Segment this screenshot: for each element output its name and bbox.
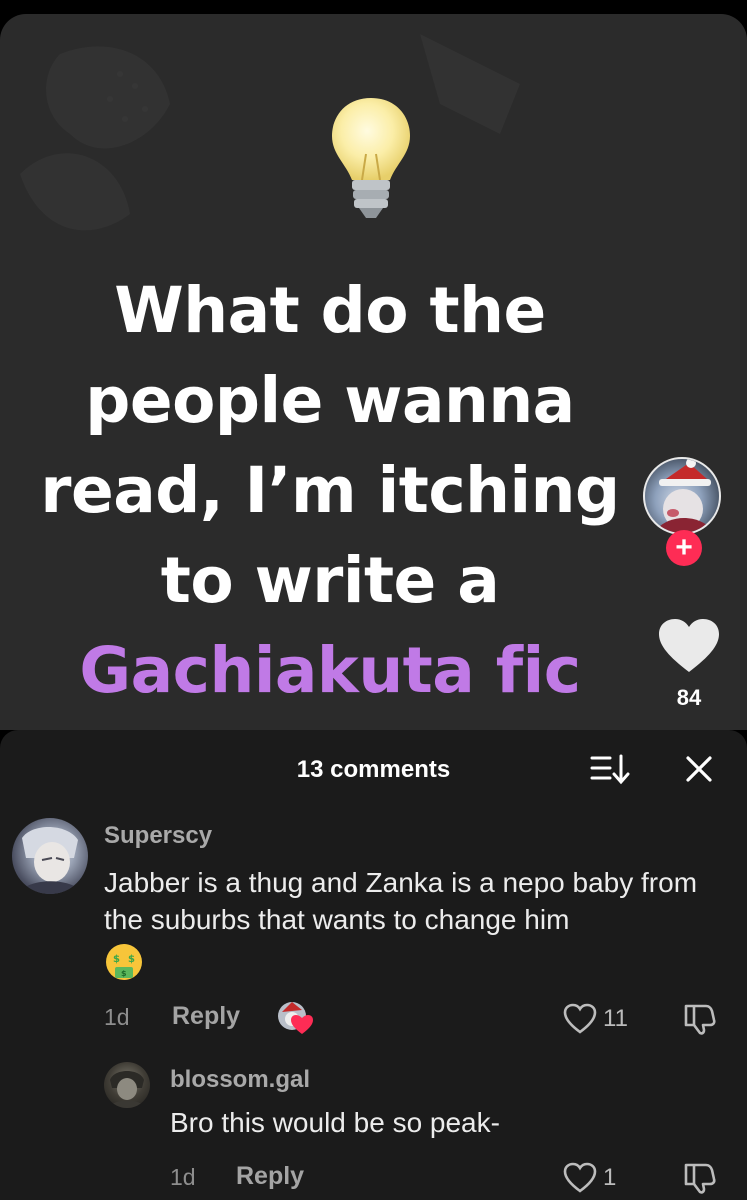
dislike-icon[interactable] xyxy=(682,1161,718,1195)
comments-count-title: 13 comments xyxy=(296,756,451,783)
like-outline-icon[interactable] xyxy=(563,1003,597,1034)
commenter-avatar[interactable] xyxy=(12,818,88,894)
caption-line: to write a xyxy=(160,544,500,617)
comment-username[interactable]: blossom.gal xyxy=(170,1066,310,1094)
tiktok-screen: What do the people wanna read, I’m itchi… xyxy=(0,0,747,1200)
comment-like-count: 1 xyxy=(603,1164,617,1191)
like-count: 84 xyxy=(676,685,702,710)
close-icon[interactable] xyxy=(680,750,718,788)
plus-icon: + xyxy=(675,531,693,564)
comment-time: 1d xyxy=(104,1004,130,1030)
svg-text:$: $ xyxy=(113,954,120,965)
svg-text:$: $ xyxy=(128,954,135,965)
reply-button[interactable]: Reply xyxy=(236,1162,304,1191)
caption-line: people wanna xyxy=(85,364,575,437)
liked-by-creator-icon xyxy=(278,1002,313,1034)
comment-username[interactable]: Superscy xyxy=(104,822,212,850)
video-player[interactable]: What do the people wanna read, I’m itchi… xyxy=(0,14,747,730)
like-heart-icon[interactable] xyxy=(658,618,720,674)
creator-avatar-image xyxy=(657,459,713,533)
comment-time: 1d xyxy=(170,1164,196,1190)
svg-text:$: $ xyxy=(121,969,127,978)
sort-icon[interactable] xyxy=(588,752,632,786)
follow-button[interactable]: + xyxy=(666,530,702,566)
commenter-avatar[interactable] xyxy=(104,1062,150,1108)
reply-button[interactable]: Reply xyxy=(172,1002,240,1031)
comment-text: Jabber is a thug and Zanka is a nepo bab… xyxy=(104,867,698,935)
comments-panel: 13 comments Superscy Jabber is a thug an… xyxy=(0,730,747,1200)
lightbulb-icon xyxy=(332,98,410,218)
caption-line: What do the xyxy=(114,274,546,347)
like-outline-icon[interactable] xyxy=(563,1162,597,1193)
caption-accent: Gachiakuta fic xyxy=(79,634,581,707)
caption-line: read, I’m itching xyxy=(40,454,620,527)
video-caption: What do the people wanna read, I’m itchi… xyxy=(40,266,620,716)
comment-text: Bro this would be so peak- xyxy=(170,1107,500,1138)
avatar-image xyxy=(18,826,84,894)
creator-avatar[interactable] xyxy=(643,457,721,535)
money-mouth-face-icon: $ $ $ xyxy=(106,944,142,980)
avatar-image xyxy=(108,1071,146,1108)
comment-like-count: 11 xyxy=(603,1005,628,1032)
dislike-icon[interactable] xyxy=(682,1002,718,1036)
